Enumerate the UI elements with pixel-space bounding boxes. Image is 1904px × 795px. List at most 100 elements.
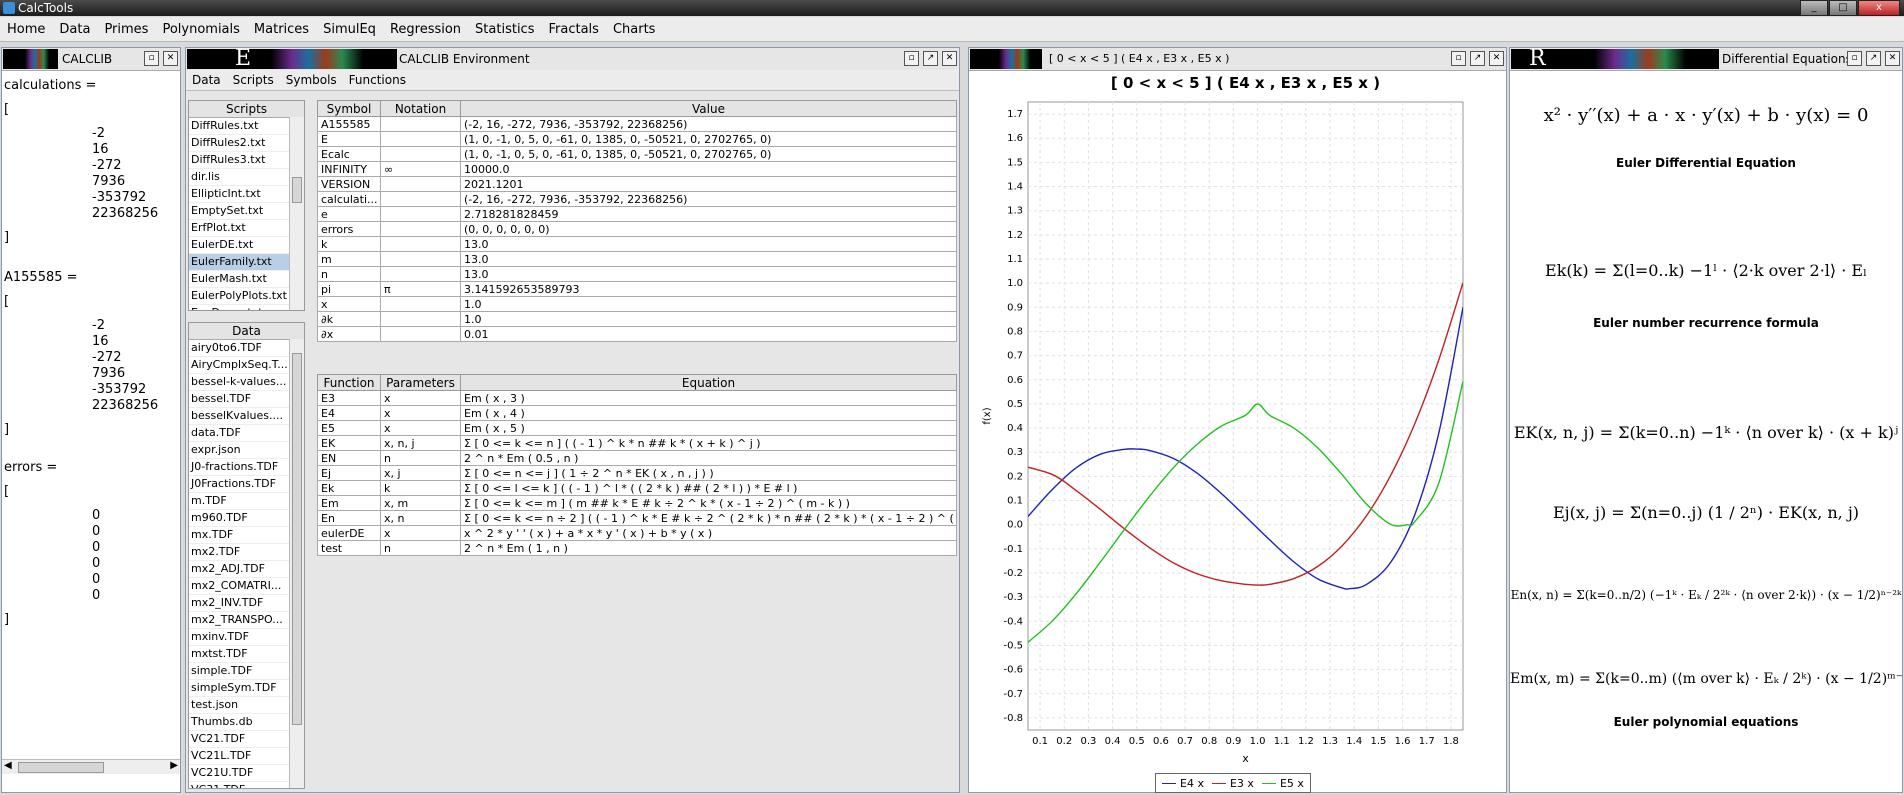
data-file-item[interactable]: m.TDF [189,493,304,510]
table-cell[interactable]: 0.01 [460,326,957,342]
table-cell[interactable]: x, n [380,510,461,526]
data-file-item[interactable]: VC21L.TDF [189,748,304,765]
table-cell[interactable] [380,326,461,342]
data-file-item[interactable]: simpleSym.TDF [189,680,304,697]
table-cell[interactable]: 2 ^ n * Em ( 1 , n ) [460,540,957,556]
menu-home[interactable]: Home [0,22,52,37]
maximize-icon[interactable]: ↗ [1470,51,1485,66]
table-cell[interactable] [380,176,461,192]
symbol-row[interactable]: E (1, 0, -1, 0, 5, 0, -61, 0, 1385, 0, -5… [317,131,957,147]
data-file-item[interactable]: mx2_TRANSPO... [189,612,304,629]
function-row[interactable]: Em x, mΣ [ 0 <= k <= m ] ( m ## k * E # k… [317,495,957,511]
data-file-item[interactable]: VC21U.TDF [189,765,304,782]
data-file-item[interactable]: besselKvalues.... [189,408,304,425]
script-item[interactable]: ErfPlot.txt [189,220,304,237]
table-cell[interactable]: k [380,480,461,496]
table-cell[interactable]: π [380,281,461,297]
submenu-data[interactable]: Data [186,73,227,87]
data-file-item[interactable]: Thumbs.db [189,714,304,731]
symbol-row[interactable]: calculati... (-2, 16, -272, 7936, -353792… [317,191,957,207]
table-cell[interactable]: n [317,266,381,282]
table-cell[interactable]: 13.0 [460,266,957,282]
restore-icon[interactable]: ▫ [144,51,159,66]
script-item[interactable]: EmptySet.txt [189,203,304,220]
maximize-icon[interactable]: ↗ [1866,51,1881,66]
table-cell[interactable]: EK [317,435,381,451]
data-file-item[interactable]: mx.TDF [189,527,304,544]
function-row[interactable]: EK x, n, jΣ [ 0 <= k <= n ] ( ( - 1 ) ^ k… [317,435,957,451]
script-item[interactable]: EulerPolyPlots.txt [189,288,304,305]
menu-matrices[interactable]: Matrices [247,22,316,37]
symbol-row[interactable]: errors (0, 0, 0, 0, 0, 0) [317,221,957,237]
menu-statistics[interactable]: Statistics [468,22,541,37]
menu-charts[interactable]: Charts [606,22,663,37]
table-cell[interactable] [380,221,461,237]
function-row[interactable]: E4 x Em ( x , 4 ) [317,405,957,421]
scroll-thumb[interactable] [292,177,302,203]
table-cell[interactable]: e [317,206,381,222]
data-file-item[interactable]: mx2_INV.TDF [189,595,304,612]
table-cell[interactable] [380,311,461,327]
menu-polynomials[interactable]: Polynomials [155,22,246,37]
script-item[interactable]: dir.lis [189,169,304,186]
table-cell[interactable]: x [380,420,461,436]
data-file-item[interactable]: m960.TDF [189,510,304,527]
table-cell[interactable]: x, n, j [380,435,461,451]
data-file-item[interactable]: mxtst.TDF [189,646,304,663]
close-button[interactable]: x [1858,0,1900,16]
table-cell[interactable]: 1.0 [460,311,957,327]
scripts-scrollbar[interactable] [289,117,304,310]
table-cell[interactable]: (1, 0, -1, 0, 5, 0, -61, 0, 1385, 0, -50… [460,131,957,147]
close-icon[interactable]: ✕ [163,51,178,66]
table-cell[interactable]: (1, 0, -1, 0, 5, 0, -61, 0, 1385, 0, -50… [460,146,957,162]
table-cell[interactable]: calculati... [317,191,381,207]
table-cell[interactable]: (-2, 16, -272, 7936, -353792, 22368256) [460,116,957,132]
data-file-item[interactable]: mxinv.TDF [189,629,304,646]
functions-col-equation[interactable]: Equation [460,374,957,391]
table-cell[interactable]: Σ [ 0 <= k <= n ÷ 2 ] ( ( - 1 ) ^ k * E … [460,510,957,526]
scroll-right-icon[interactable]: ▶ [170,760,178,771]
symbol-row[interactable]: e 2.718281828459 [317,206,957,222]
table-cell[interactable]: (0, 0, 0, 0, 0, 0) [460,221,957,237]
close-icon[interactable]: ✕ [942,51,957,66]
symbol-row[interactable]: m 13.0 [317,251,957,267]
table-cell[interactable]: x [317,296,381,312]
script-item[interactable]: DiffRules3.txt [189,152,304,169]
data-file-item[interactable]: mx2.TDF [189,544,304,561]
table-cell[interactable]: E [317,131,381,147]
table-cell[interactable]: Σ [ 0 <= k <= n ] ( ( - 1 ) ^ k * n ## k… [460,435,957,451]
function-row[interactable]: test n 2 ^ n * Em ( 1 , n ) [317,540,957,556]
data-file-item[interactable]: bessel-k-values... [189,374,304,391]
submenu-scripts[interactable]: Scripts [227,73,280,87]
scroll-thumb[interactable] [292,353,302,725]
symbol-row[interactable]: Ecalc (1, 0, -1, 0, 5, 0, -61, 0, 1385, 0… [317,146,957,162]
data-file-item[interactable]: VC21.TDF [189,731,304,748]
table-cell[interactable]: 10000.0 [460,161,957,177]
symbol-row[interactable]: ∂x 0.01 [317,326,957,342]
table-cell[interactable]: n [380,450,461,466]
functions-col-function[interactable]: Function [317,374,381,391]
table-cell[interactable]: Ej [317,465,381,481]
table-cell[interactable]: Ecalc [317,146,381,162]
table-cell[interactable]: x, j [380,465,461,481]
maximize-icon[interactable]: ↗ [923,51,938,66]
table-cell[interactable] [380,236,461,252]
table-cell[interactable]: k [317,236,381,252]
data-file-item[interactable]: airy0to6.TDF [189,340,304,357]
menu-simuleq[interactable]: SimulEq [316,22,383,37]
table-cell[interactable]: En [317,510,381,526]
data-file-item[interactable]: bessel.TDF [189,391,304,408]
data-files-scrollbar[interactable] [289,339,304,788]
scroll-left-icon[interactable]: ◀ [4,760,12,771]
symbol-row[interactable]: VERSION 2021.1201 [317,176,957,192]
table-cell[interactable] [380,131,461,147]
function-row[interactable]: E3 x Em ( x , 3 ) [317,390,957,406]
table-cell[interactable]: x ^ 2 * y ' ' ( x ) + a * x * y ' ( x ) … [460,525,957,541]
submenu-symbols[interactable]: Symbols [280,73,343,87]
table-cell[interactable]: pi [317,281,381,297]
function-row[interactable]: Ej x, jΣ [ 0 <= n <= j ] ( 1 ÷ 2 ^ n * EK… [317,465,957,481]
data-file-item[interactable]: J0-fractions.TDF [189,459,304,476]
table-cell[interactable] [380,146,461,162]
table-cell[interactable]: 3.141592653589793 [460,281,957,297]
table-cell[interactable]: m [317,251,381,267]
